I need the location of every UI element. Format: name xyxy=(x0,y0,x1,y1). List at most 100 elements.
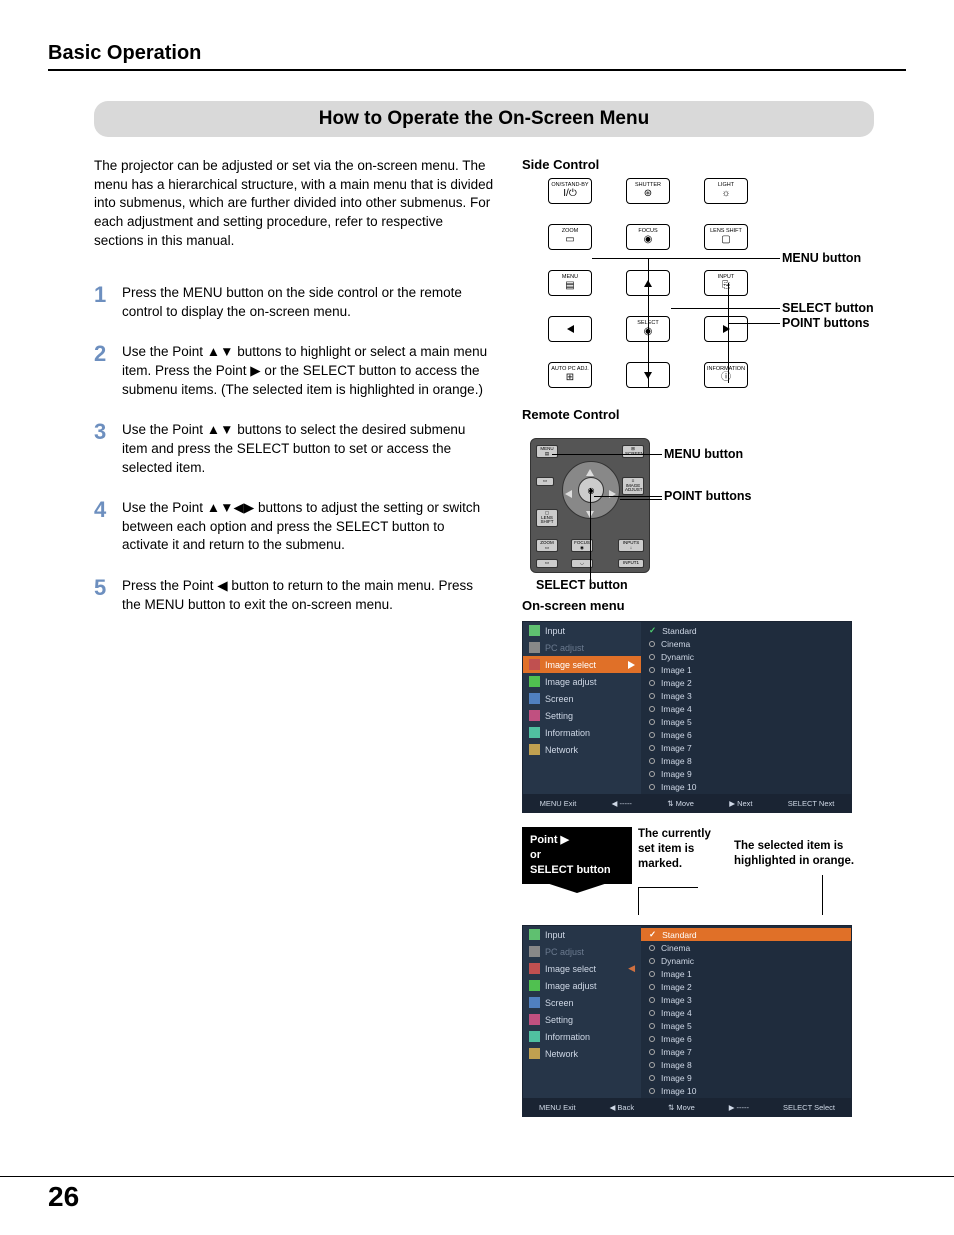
step-number: 1 xyxy=(94,284,112,321)
remote-select-button: ◉ xyxy=(578,477,604,503)
remote-screen-button: ⊞SCREEN xyxy=(622,445,644,458)
step-text: Press the Point ◀ button to return to th… xyxy=(122,577,494,614)
osm-subitem: Image 1 xyxy=(641,663,851,676)
leader-line xyxy=(592,258,780,259)
information-icon xyxy=(529,1031,540,1042)
leader-line xyxy=(594,496,662,497)
osm-item-network: Network xyxy=(523,741,641,758)
pcadjust-icon xyxy=(529,642,540,653)
foot-back: ◀ Back xyxy=(610,1103,635,1112)
setting-icon xyxy=(529,710,540,721)
foot-move: ⇅ Move xyxy=(668,1103,695,1112)
osm-screen-2: Input PC adjust Image select◀ Image adju… xyxy=(522,925,852,1117)
annot-marked: The currently set item is marked. xyxy=(638,827,728,872)
annot-point: POINT buttons xyxy=(782,316,870,330)
setting-icon xyxy=(529,1014,540,1025)
step-number: 3 xyxy=(94,421,112,477)
osm-item-network: Network xyxy=(523,1045,641,1062)
leader-line xyxy=(648,258,649,388)
osm-subitem: Image 10 xyxy=(641,1084,851,1097)
step-4: 4 Use the Point ▲▼◀▶ buttons to adjust t… xyxy=(94,499,494,555)
osm-subitem: Image 6 xyxy=(641,728,851,741)
osm-subitem: Image 9 xyxy=(641,1071,851,1084)
remote-input1-button: INPUT1 xyxy=(618,559,644,568)
step-1: 1 Press the MENU button on the side cont… xyxy=(94,284,494,321)
leader-line xyxy=(728,283,729,383)
foot-exit: MENU Exit xyxy=(539,1103,576,1112)
osm-subitem: Image 7 xyxy=(641,1045,851,1058)
osm-subitem: Image 5 xyxy=(641,715,851,728)
input-icon xyxy=(529,929,540,940)
autopcadj-button: AUTO PC ADJ.⊞ xyxy=(548,362,592,388)
foot-select: SELECT Select xyxy=(783,1103,835,1112)
left-column: The projector can be adjusted or set via… xyxy=(94,157,494,1117)
page-title: How to Operate the On-Screen Menu xyxy=(94,101,874,137)
annot-remote-menu: MENU button xyxy=(664,447,743,461)
osm-subitem: Cinema xyxy=(641,637,851,650)
network-icon xyxy=(529,744,540,755)
annot-remote-select: SELECT button xyxy=(536,578,628,592)
osm-item-information: Information xyxy=(523,724,641,741)
leader-line xyxy=(620,499,662,500)
zoom-button: ZOOM▭ xyxy=(548,224,592,250)
osm-item-pcadjust: PC adjust xyxy=(523,639,641,656)
shutter-button: SHUTTER⊛ xyxy=(626,178,670,204)
footer-divider xyxy=(0,1176,954,1177)
osm-subitem: Image 10 xyxy=(641,780,851,793)
information-icon xyxy=(529,727,540,738)
osm-subitem: Image 1 xyxy=(641,967,851,980)
step-text: Use the Point ▲▼ buttons to highlight or… xyxy=(122,343,494,399)
osm-item-imageselect: Image select xyxy=(523,656,641,673)
osm-subitem: Dynamic xyxy=(641,650,851,663)
osm-item-setting: Setting xyxy=(523,1011,641,1028)
chevron-right-icon xyxy=(628,661,635,669)
foot-exit: MENU Exit xyxy=(540,799,577,808)
osm-subitem: Image 3 xyxy=(641,689,851,702)
dpad-right-icon xyxy=(609,486,616,500)
osm-item-imageselect: Image select◀ xyxy=(523,960,641,977)
step-number: 5 xyxy=(94,577,112,614)
divider xyxy=(48,69,906,71)
leader-line xyxy=(671,308,780,309)
input-button: INPUT⎘ xyxy=(704,270,748,296)
step-text: Press the MENU button on the side contro… xyxy=(122,284,494,321)
imageselect-icon xyxy=(529,963,540,974)
step-text: Use the Point ▲▼ buttons to select the d… xyxy=(122,421,494,477)
osm-subitem: Cinema xyxy=(641,941,851,954)
foot-select: SELECT Next xyxy=(788,799,835,808)
osm-subitem: Image 6 xyxy=(641,1032,851,1045)
annot-highlighted: The selected item is highlighted in oran… xyxy=(734,839,864,869)
remote-imageadjust-button: ≡IMAGEADJUST xyxy=(622,477,644,495)
side-control-title: Side Control xyxy=(522,157,882,172)
osm-item-screen: Screen xyxy=(523,690,641,707)
osm-item-information: Information xyxy=(523,1028,641,1045)
osm-subitem: Image 2 xyxy=(641,676,851,689)
osm-subitem: ✓Standard xyxy=(641,928,851,941)
osm-subitem: Image 8 xyxy=(641,1058,851,1071)
leader-line xyxy=(822,875,823,915)
remote-zoom-button: ZOOM▭ xyxy=(536,539,558,552)
remote-screen2-button: ▭ xyxy=(536,477,554,486)
osm-sub-menu: ✓Standard Cinema Dynamic Image 1 Image 2… xyxy=(641,622,851,794)
annot-select: SELECT button xyxy=(782,301,874,315)
lensshift-button: LENS SHIFT▢ xyxy=(704,224,748,250)
annot-menu: MENU button xyxy=(782,251,861,265)
annotation-block: Point ▶ or SELECT button The currently s… xyxy=(522,827,882,917)
chevron-left-icon xyxy=(567,325,574,333)
osm-item-imageadjust: Image adjust xyxy=(523,977,641,994)
osm-footer: MENU Exit ◀ Back ⇅ Move ▶ ----- SELECT S… xyxy=(523,1098,851,1116)
osm-subitem: Image 5 xyxy=(641,1019,851,1032)
screen-icon xyxy=(529,693,540,704)
remote-lensshift-button: ▢LENSSHIFT xyxy=(536,509,558,527)
step-2: 2 Use the Point ▲▼ buttons to highlight … xyxy=(94,343,494,399)
step-text: Use the Point ▲▼◀▶ buttons to adjust the… xyxy=(122,499,494,555)
dpad-left-icon xyxy=(565,486,572,500)
imageadjust-icon xyxy=(529,676,540,687)
remote-control-diagram: MENU▤ ⊞SCREEN ◉ ▭ ≡IMAGEADJUST ▢LENSSHIF… xyxy=(522,428,792,588)
step-3: 3 Use the Point ▲▼ buttons to select the… xyxy=(94,421,494,477)
network-icon xyxy=(529,1048,540,1059)
leader-line xyxy=(638,887,698,888)
information-button: INFORMATIONⓘ xyxy=(704,362,748,388)
side-control-diagram: ON/STAND-BYI/⏻ SHUTTER⊛ LIGHT☼ ZOOM▭ FOC… xyxy=(530,178,790,393)
osm-item-imageadjust: Image adjust xyxy=(523,673,641,690)
